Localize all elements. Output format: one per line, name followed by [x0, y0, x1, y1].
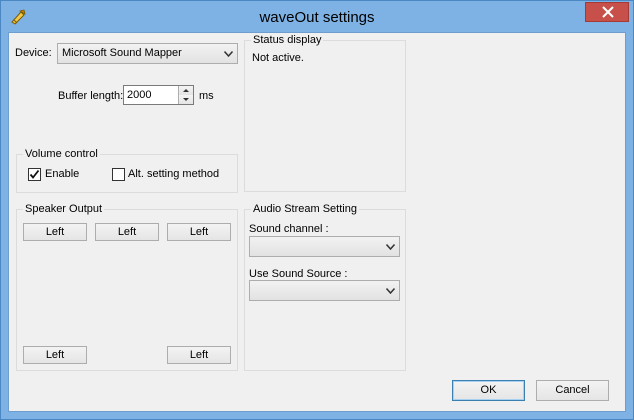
buffer-length-stepper[interactable]: 2000: [123, 85, 194, 105]
dialog-client-area: Device: Microsoft Sound Mapper Buffer le…: [8, 32, 626, 412]
chevron-down-icon: [224, 51, 233, 57]
device-select[interactable]: Microsoft Sound Mapper: [57, 43, 238, 64]
speaker-bottom-right-button[interactable]: Left: [167, 346, 231, 364]
cancel-button[interactable]: Cancel: [536, 380, 609, 401]
speaker-top-center-button[interactable]: Left: [95, 223, 159, 241]
close-icon: [602, 6, 614, 18]
waveout-settings-window: waveOut settings Device: Microsoft Sound…: [0, 0, 634, 420]
alt-setting-checkbox[interactable]: [112, 168, 125, 181]
checkmark-icon: [29, 169, 40, 179]
speaker-top-right-button[interactable]: Left: [167, 223, 231, 241]
chevron-down-icon: [386, 288, 395, 294]
chevron-down-icon: [386, 244, 395, 250]
device-selected-value: Microsoft Sound Mapper: [62, 47, 182, 59]
buffer-unit-label: ms: [199, 90, 214, 102]
speaker-output-title: Speaker Output: [23, 203, 105, 215]
sound-channel-label: Sound channel :: [249, 223, 329, 235]
alt-setting-label: Alt. setting method: [128, 168, 220, 180]
sound-source-label: Use Sound Source :: [249, 268, 348, 280]
chevron-down-icon: [183, 98, 189, 101]
buffer-length-value: 2000: [127, 89, 152, 101]
spin-down-button[interactable]: [179, 95, 193, 104]
sound-channel-select[interactable]: [249, 236, 400, 257]
sound-source-select[interactable]: [249, 280, 400, 301]
window-title: waveOut settings: [259, 9, 375, 26]
status-text: Not active.: [252, 52, 304, 64]
status-display-title: Status display: [251, 34, 324, 46]
enable-checkbox[interactable]: [28, 168, 41, 181]
speaker-top-left-button[interactable]: Left: [23, 223, 87, 241]
ok-button[interactable]: OK: [452, 380, 525, 401]
title-bar[interactable]: waveOut settings: [1, 1, 633, 33]
spin-buttons: [178, 86, 193, 104]
device-label: Device:: [15, 47, 52, 59]
speaker-bottom-left-button[interactable]: Left: [23, 346, 87, 364]
audio-stream-title: Audio Stream Setting: [251, 203, 359, 215]
enable-label: Enable: [45, 168, 80, 180]
buffer-length-label: Buffer length:: [58, 90, 124, 102]
close-button[interactable]: [585, 2, 629, 22]
volume-control-title: Volume control: [23, 148, 100, 160]
chevron-up-icon: [183, 89, 189, 92]
